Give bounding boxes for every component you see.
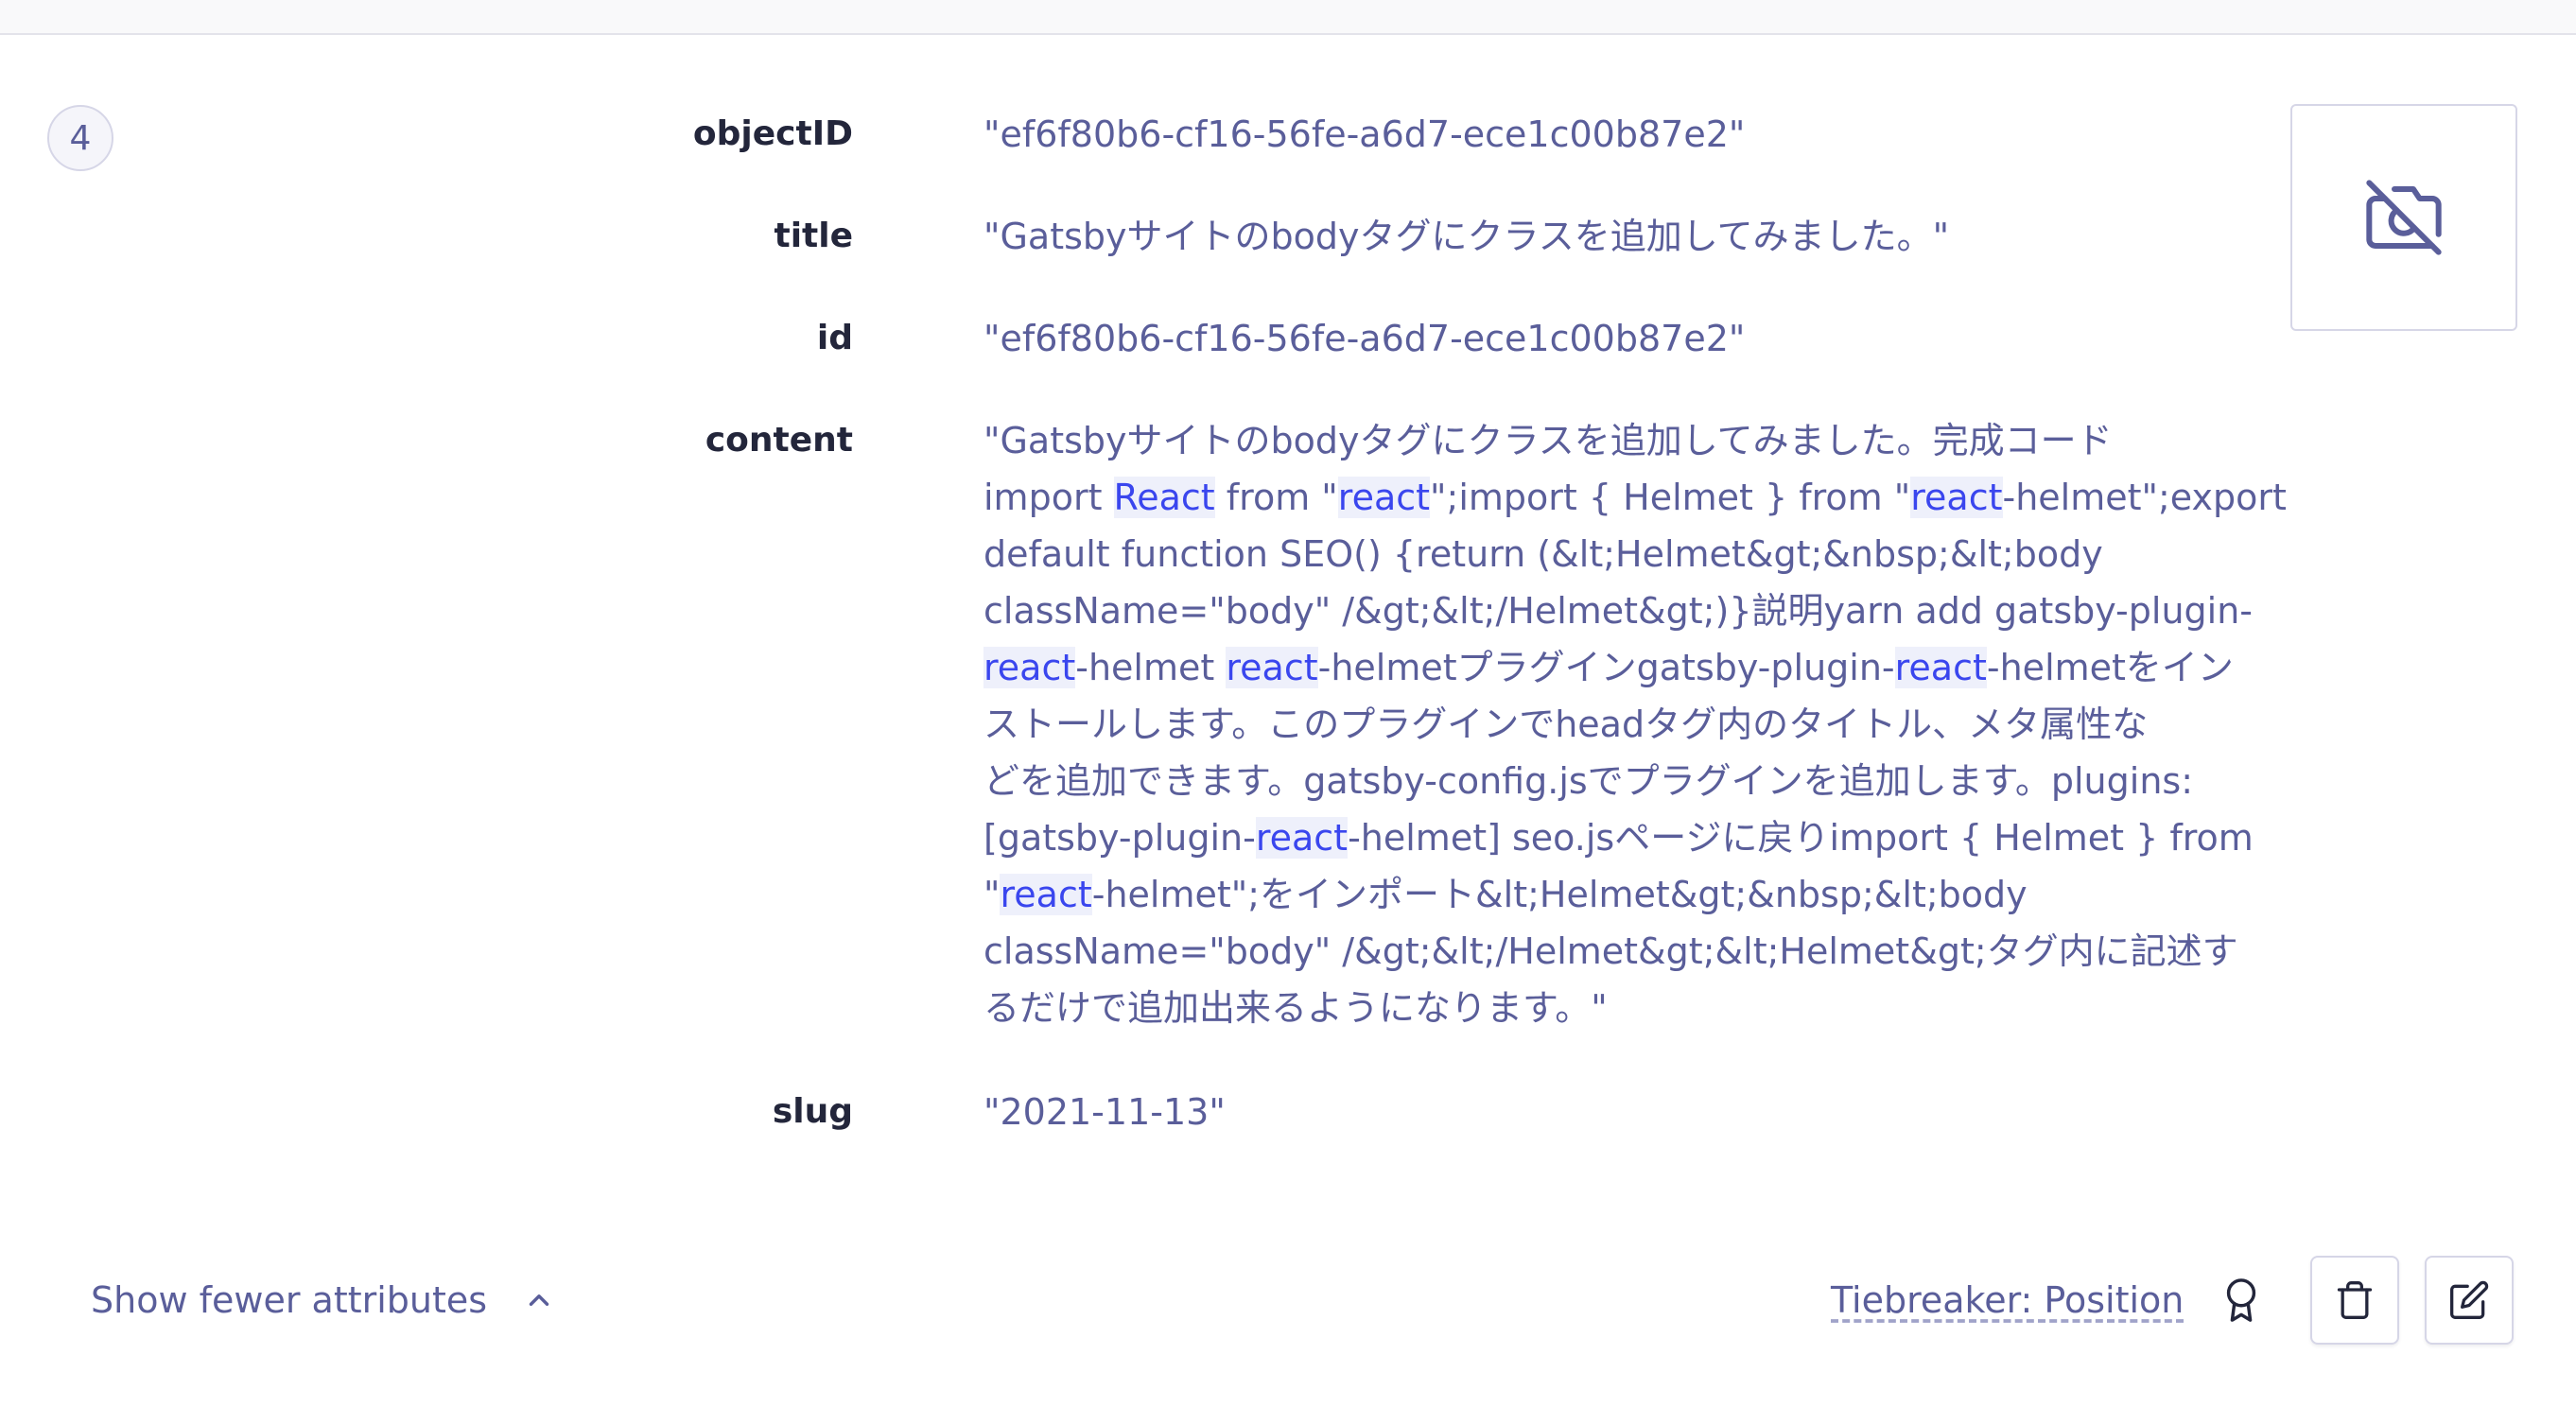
- attr-label-content: content: [705, 421, 853, 460]
- attr-value-id: "ef6f80b6-cf16-56fe-a6d7-ece1c00b87e2": [983, 318, 1746, 359]
- highlight-match: React: [1113, 477, 1215, 518]
- content-line: "Gatsbyサイトのbodyタグにクラスを追加してみました。完成コード: [983, 412, 2279, 469]
- content-text: -helmet] seo.jsページに戻りimport { Helmet } f…: [1348, 817, 2254, 859]
- highlight-match: react: [1000, 874, 1092, 915]
- attr-label-objectid: objectID: [692, 114, 853, 153]
- show-fewer-attributes-button[interactable]: Show fewer attributes: [91, 1272, 555, 1329]
- content-text: default function SEO() {return (&lt;Helm…: [983, 533, 2103, 575]
- chevron-up-icon: [523, 1284, 555, 1316]
- camera-off-icon: [2366, 180, 2442, 255]
- content-text: -helmet: [1075, 647, 1227, 688]
- award-icon[interactable]: [2218, 1277, 2265, 1324]
- content-text: -helmet";export: [2002, 477, 2287, 518]
- top-divider-band: [0, 0, 2576, 35]
- content-text: -helmet";をインポート&lt;Helmet&gt;&nbsp;&lt;b…: [1091, 874, 2028, 915]
- trash-icon: [2334, 1279, 2376, 1321]
- hit-image-placeholder: [2290, 104, 2517, 331]
- highlight-match: react: [1255, 817, 1349, 859]
- highlight-match: react: [983, 647, 1076, 688]
- edit-icon: [2448, 1279, 2490, 1321]
- attr-label-id: id: [816, 319, 853, 357]
- content-line: className="body" /&gt;&lt;/Helmet&gt;&lt…: [983, 923, 2279, 980]
- highlight-match: react: [1226, 647, 1318, 688]
- content-line: るだけで追加出来るようになります。": [983, 980, 2279, 1036]
- attr-label-slug: slug: [772, 1092, 853, 1131]
- show-fewer-label: Show fewer attributes: [91, 1279, 488, 1321]
- content-text: -helmetプラグインgatsby-plugin-: [1317, 647, 1895, 688]
- content-text: ストールします。このプラグインでheadタグ内のタイトル、メタ属性な: [983, 704, 2149, 745]
- content-text: import: [983, 477, 1114, 518]
- attr-value-title: "Gatsbyサイトのbodyタグにクラスを追加してみました。": [983, 216, 1950, 257]
- content-line: どを追加できます。gatsby-config.jsでプラグインを追加します。pl…: [983, 753, 2279, 809]
- content-text: ": [983, 874, 1001, 915]
- content-text: "Gatsbyサイトのbodyタグにクラスを追加してみました。完成コード: [983, 420, 2113, 461]
- attr-label-title: title: [774, 217, 853, 255]
- hit-position-badge: 4: [47, 105, 113, 171]
- content-line: ストールします。このプラグインでheadタグ内のタイトル、メタ属性な: [983, 696, 2279, 753]
- highlight-match: react: [1894, 647, 1987, 688]
- content-text: るだけで追加出来るようになります。": [983, 987, 1608, 1029]
- highlight-match: react: [1337, 477, 1431, 518]
- content-text: from ": [1214, 477, 1338, 518]
- content-text: ";import { Helmet } from ": [1430, 477, 1911, 518]
- content-text: -helmetをイン: [1986, 647, 2234, 688]
- content-line: default function SEO() {return (&lt;Helm…: [983, 526, 2279, 582]
- content-text: どを追加できます。gatsby-config.jsでプラグインを追加します。pl…: [983, 760, 2194, 802]
- content-line: [gatsby-plugin-react-helmet] seo.jsページに戻…: [983, 809, 2279, 866]
- content-text: className="body" /&gt;&lt;/Helmet&gt;)}説…: [983, 590, 2254, 632]
- content-line: className="body" /&gt;&lt;/Helmet&gt;)}説…: [983, 582, 2279, 639]
- content-text: className="body" /&gt;&lt;/Helmet&gt;&lt…: [983, 930, 2238, 972]
- tiebreaker-position-link[interactable]: Tiebreaker: Position: [1831, 1272, 2184, 1329]
- delete-button[interactable]: [2310, 1256, 2399, 1345]
- content-line: import React from "react";import { Helme…: [983, 469, 2287, 526]
- content-line: "react-helmet";をインポート&lt;Helmet&gt;&nbsp…: [983, 866, 2279, 923]
- attr-value-slug: "2021-11-13": [983, 1091, 1226, 1133]
- content-text: [gatsby-plugin-: [983, 817, 1256, 859]
- attr-value-objectid: "ef6f80b6-cf16-56fe-a6d7-ece1c00b87e2": [983, 113, 1746, 155]
- attr-value-content: "Gatsbyサイトのbodyタグにクラスを追加してみました。完成コード impo…: [983, 412, 2287, 1036]
- edit-button[interactable]: [2425, 1256, 2514, 1345]
- highlight-match: react: [1910, 477, 2003, 518]
- content-line: react-helmet react-helmetプラグインgatsby-plu…: [983, 639, 2279, 696]
